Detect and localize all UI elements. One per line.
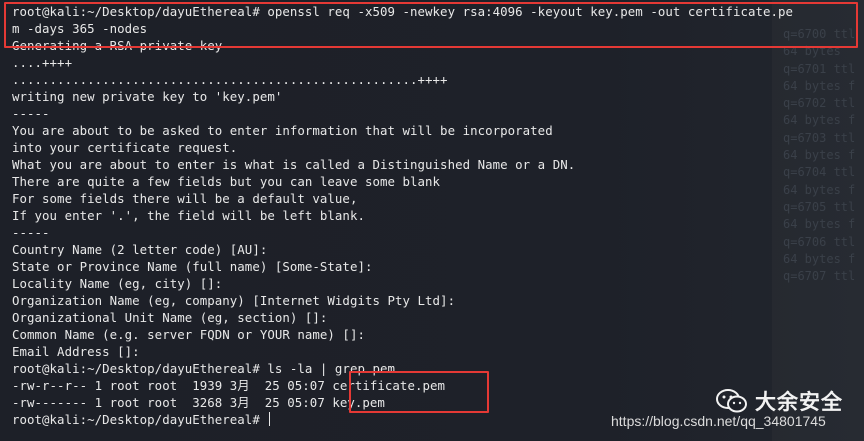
terminal-line: into your certificate request. (12, 140, 238, 155)
terminal-line: root@kali:~/Desktop/dayuEthereal# ls -la… (12, 361, 395, 376)
terminal-output[interactable]: root@kali:~/Desktop/dayuEthereal# openss… (12, 3, 856, 428)
terminal-line: What you are about to enter is what is c… (12, 157, 576, 172)
watermark-name: 大余安全 (755, 390, 843, 414)
terminal-line: Email Address []: (12, 344, 140, 359)
terminal-line: If you enter '.', the field will be left… (12, 208, 365, 223)
terminal-line: Locality Name (eg, city) []: (12, 276, 223, 291)
terminal-line: ....++++ (12, 55, 73, 70)
terminal-line: m -days 365 -nodes (12, 21, 148, 36)
watermark-url: https://blog.csdn.net/qq_34801745 (611, 413, 826, 429)
terminal-line: Common Name (e.g. server FQDN or YOUR na… (12, 327, 365, 342)
terminal-line: writing new private key to 'key.pem' (12, 89, 283, 104)
terminal-line: There are quite a few fields but you can… (12, 174, 441, 189)
terminal-line: ----- (12, 106, 50, 121)
watermark: 大余安全 (715, 386, 843, 416)
terminal-window[interactable]: q=6700 ttl 64 bytes q=6701 ttl 64 bytes f q=… (0, 0, 864, 441)
terminal-line: ----- (12, 225, 50, 240)
terminal-line: For some fields there will be a default … (12, 191, 358, 206)
terminal-line: State or Province Name (full name) [Some… (12, 259, 373, 274)
terminal-line: ........................................… (12, 72, 448, 87)
terminal-line: root@kali:~/Desktop/dayuEthereal# openss… (12, 4, 794, 19)
wechat-icon (716, 389, 747, 413)
terminal-line: You are about to be asked to enter infor… (12, 123, 553, 138)
terminal-line: Organizational Unit Name (eg, section) [… (12, 310, 328, 325)
text-cursor (269, 412, 271, 426)
terminal-line: Organization Name (eg, company) [Interne… (12, 293, 456, 308)
terminal-line: Generating a RSA private key (12, 38, 223, 53)
terminal-line: Country Name (2 letter code) [AU]: (12, 242, 268, 257)
